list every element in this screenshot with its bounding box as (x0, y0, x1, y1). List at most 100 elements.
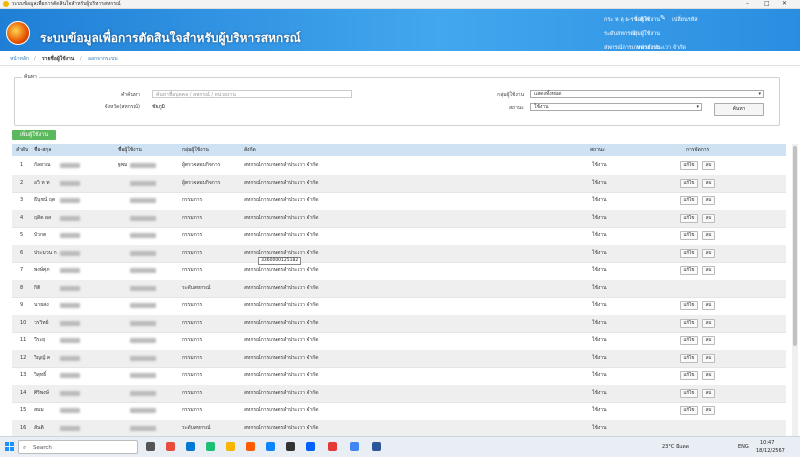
delete-button[interactable]: ลบ (702, 388, 715, 398)
copilot-icon[interactable] (166, 442, 175, 451)
redacted-name (60, 180, 80, 186)
row-status: ใช้งาน (592, 407, 607, 413)
row-org: สหกรณ์การเกษตรลำประเวา จำกัด (244, 197, 319, 203)
table-row: 9 นายสง กรรมการ สหกรณ์การเกษตรลำประเวา จำกั… (12, 297, 786, 316)
row-status: ใช้งาน (592, 354, 607, 361)
redacted-name (60, 408, 80, 413)
delete-button[interactable]: ลบ (702, 266, 715, 275)
col-org: สังกัด (244, 147, 256, 153)
edit-button[interactable]: แก้ไข (680, 406, 698, 415)
breadcrumb-home[interactable]: หน้าหลัก (10, 54, 29, 65)
language-indicator[interactable]: ENG (738, 437, 749, 457)
edit-button[interactable]: แก้ไข (680, 161, 698, 170)
mail-icon[interactable] (266, 442, 275, 451)
redacted-username (130, 390, 156, 396)
windows-start-icon[interactable] (5, 442, 14, 451)
word-icon[interactable] (372, 442, 381, 451)
table-row: 12 วิญญ์ ค กรรมการ สหกรณ์การเกษตรลำประเวา จ… (12, 349, 786, 368)
delete-button[interactable]: ลบ (702, 336, 715, 345)
app-icon[interactable] (328, 442, 337, 451)
delete-button[interactable]: ลบ (702, 161, 715, 170)
close-button[interactable]: ✕ (782, 0, 787, 8)
search-icon: ⌕ (23, 445, 27, 451)
row-org: สหกรณ์การเกษตรลำประเวา จำกัด (244, 407, 319, 413)
store-icon[interactable] (286, 442, 295, 451)
unit-value: สหกรณ์การเกษตรลำประเวา จำกัด (604, 45, 686, 51)
scrollbar-thumb[interactable] (793, 146, 797, 346)
add-user-button[interactable]: เพิ่มผู้ใช้งาน (12, 130, 56, 140)
delete-button[interactable]: ลบ (702, 353, 715, 363)
row-no: 9 (20, 302, 24, 308)
file-explorer-icon[interactable] (226, 442, 235, 451)
edit-button[interactable]: แก้ไข (680, 213, 698, 223)
row-org: สหกรณ์การเกษตรลำประเวา จำกัด (244, 179, 319, 186)
row-group: กรรมการ (182, 407, 203, 413)
clock-date[interactable]: 18/12/2567 (756, 441, 785, 461)
edit-button[interactable]: แก้ไข (680, 231, 698, 240)
firefox-icon[interactable] (246, 442, 255, 451)
delete-button[interactable]: ลบ (702, 406, 715, 415)
row-no: 13 (20, 372, 27, 378)
table-row: 8 กิติ ระดับสหกรณ์ สหกรณ์การเกษตรลำประเวา จ… (12, 279, 786, 298)
row-no: 10 (20, 319, 27, 326)
row-no: 2 (20, 179, 24, 186)
row-no: 8 (20, 284, 24, 291)
minimize-button[interactable]: – (746, 0, 749, 8)
edit-button[interactable]: แก้ไข (680, 353, 698, 363)
keyword-input[interactable]: ค้นหาชื่อบุคคล / สหกรณ์ / หน่วยงาน (152, 90, 352, 98)
edit-button[interactable]: แก้ไข (680, 336, 698, 345)
chrome-icon[interactable] (350, 442, 359, 451)
edit-button[interactable]: แก้ไข (680, 196, 698, 205)
page-scrollbar[interactable] (792, 144, 798, 436)
row-org: สหกรณ์การเกษตรลำประเวา จำกัด (244, 232, 319, 238)
site-favicon-icon (3, 1, 9, 7)
maximize-button[interactable]: □ (764, 0, 770, 8)
edit-button[interactable]: แก้ไข (680, 371, 698, 380)
row-no: 1 (20, 162, 24, 168)
row-group: ผู้ตรวจสอบกิจการ (182, 179, 221, 186)
delete-button[interactable]: ลบ (702, 196, 715, 205)
edit-button[interactable]: แก้ไข (680, 178, 698, 188)
row-status: ใช้งาน (592, 267, 607, 273)
edit-button[interactable]: แก้ไข (680, 388, 698, 398)
search-button[interactable]: ค้นหา (714, 103, 764, 116)
edge-icon[interactable] (206, 442, 215, 451)
delete-button[interactable]: ลบ (702, 231, 715, 240)
edit-button[interactable]: แก้ไข (680, 248, 698, 258)
delete-button[interactable]: ลบ (702, 301, 715, 310)
delete-button[interactable]: ลบ (702, 178, 715, 188)
row-group: ระดับสหกรณ์ (182, 284, 211, 291)
dropbox-icon[interactable] (306, 442, 315, 451)
redacted-name (60, 215, 80, 221)
change-password-link[interactable]: เปลี่ยนรหัส (672, 16, 698, 24)
row-group: กรรมการ (182, 267, 203, 273)
edit-button[interactable]: แก้ไข (680, 318, 698, 328)
group-filter-label: กลุ่มผู้ใช้งาน (497, 92, 524, 98)
table-row: 13 วิสุทธิ์ กรรมการ สหกรณ์การเกษตรลำประเวา … (12, 367, 786, 386)
row-group: กรรมการ (182, 232, 203, 238)
breadcrumb-logout[interactable]: ออกจากระบบ (88, 54, 118, 65)
row-no: 3 (20, 197, 24, 203)
row-name: สันติ (34, 424, 44, 431)
group-filter-select[interactable]: แสดงทั้งหมด ▾ (530, 90, 764, 98)
widgets-icon[interactable] (186, 442, 195, 451)
redacted-name (60, 285, 80, 291)
delete-button[interactable]: ลบ (702, 213, 715, 223)
row-org: สหกรณ์การเกษตรลำประเวา จำกัด (244, 372, 319, 378)
delete-button[interactable]: ลบ (702, 318, 715, 328)
row-status: ใช้งาน (592, 232, 607, 238)
col-name: ชื่อ-สกุล (34, 147, 52, 153)
row-name: สมม (34, 407, 44, 413)
delete-button[interactable]: ลบ (702, 371, 715, 380)
row-name: ฤดิต ผส (34, 214, 52, 221)
edit-button[interactable]: แก้ไข (680, 301, 698, 310)
task-view-icon[interactable] (146, 442, 155, 451)
row-no: 15 (20, 407, 27, 413)
delete-button[interactable]: ลบ (702, 248, 715, 258)
status-filter-select[interactable]: ใช้งาน ▾ (530, 103, 702, 111)
weather-text[interactable]: 23°C มีแดด (662, 437, 689, 457)
site-title: ระบบข้อมูลเพื่อการตัดสินใจสำหรับผู้บริหา… (40, 31, 301, 45)
user-value: กระ ห ลุ ผ-ร ะ ถิ ต (604, 17, 649, 23)
taskbar-search-input[interactable]: ⌕ Search (18, 440, 138, 454)
edit-button[interactable]: แก้ไข (680, 266, 698, 275)
